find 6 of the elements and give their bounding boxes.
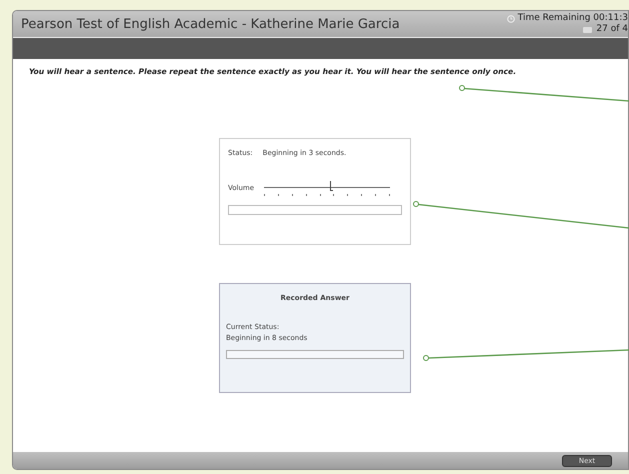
time-remaining: Time Remaining 00:11:3 [518,13,628,24]
question-counter: 27 of 4 [596,24,628,35]
volume-slider[interactable] [264,181,390,197]
window-title: Pearson Test of English Academic - Katherine Marie Garcia [21,16,400,32]
clock-icon [506,14,515,22]
slider-thumb[interactable] [330,181,333,191]
